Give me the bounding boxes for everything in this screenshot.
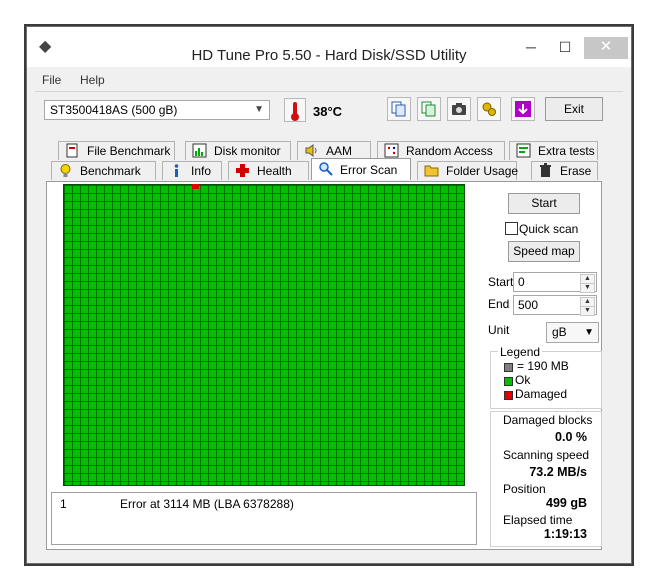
quick-scan-label: Quick scan [519,222,579,236]
end-value: 500 [518,298,539,312]
disk-monitor-icon [192,143,207,158]
title-bar[interactable]: ◆ HD Tune Pro 5.50 - Hard Disk/SSD Utili… [27,27,631,67]
app-window: ◆ HD Tune Pro 5.50 - Hard Disk/SSD Utili… [26,26,632,564]
quick-scan-checkbox[interactable] [505,222,518,235]
menu-bar: File Help [27,71,631,89]
start-value: 0 [518,275,525,289]
chevron-down-icon: ▼ [254,104,264,115]
tab-label: Erase [560,164,592,178]
elapsed-time-label: Elapsed time [503,513,573,527]
tab-label: File Benchmark [87,144,171,158]
unit-select[interactable]: gB ▼ [546,322,599,343]
scanning-speed-value: 73.2 MB/s [529,465,587,479]
tab-folder-usage[interactable]: Folder Usage [417,161,519,180]
unit-label: Unit [488,323,510,337]
save-button[interactable] [511,97,535,121]
copy-info-button[interactable] [387,97,411,121]
dice-grid-icon [384,143,399,158]
temperature-unit: °C [327,104,343,119]
legend-label-block: = 190 MB [517,359,569,373]
minimize-button[interactable]: ─ [514,37,548,59]
damaged-blocks-value: 0.0 % [555,430,587,444]
log-message: Error at 3114 MB (LBA 6378288) [120,497,294,511]
legend-title: Legend [498,345,543,359]
magnifier-icon [319,162,333,176]
legend-label-ok: Ok [515,373,531,387]
tab-benchmark[interactable]: Benchmark [51,161,156,180]
legend-label-damaged: Damaged [515,387,568,401]
speaker-icon [305,144,317,157]
end-label: End [488,297,510,311]
start-input[interactable]: 0 ▲ ▼ [513,272,597,293]
gears-icon [482,102,496,116]
tab-error-scan[interactable]: Error Scan [311,158,411,180]
unit-value: gB [552,325,567,339]
screenshot-button[interactable] [447,97,471,121]
tab-erase[interactable]: Erase [531,161,598,180]
drive-select[interactable]: ST3500418AS (500 gB) ▼ [44,100,270,120]
thermometer-icon [284,98,306,122]
menu-help[interactable]: Help [80,73,105,87]
chevron-down-icon: ▼ [584,327,594,338]
legend-swatch-damaged [504,391,513,400]
lightbulb-icon [60,164,71,177]
error-log-list[interactable]: 1 Error at 3114 MB (LBA 6378288) [51,492,477,545]
exit-button[interactable]: Exit [545,97,603,121]
file-benchmark-icon [66,143,78,158]
options-button[interactable] [477,97,501,121]
log-index: 1 [60,497,67,511]
tab-disk-monitor[interactable]: Disk monitor [185,141,291,160]
copy-icon [391,101,406,117]
start-scan-button[interactable]: Start [508,193,580,214]
copy-all-button[interactable] [417,97,441,121]
damaged-blocks-label: Damaged blocks [503,413,593,427]
download-arrow-icon [515,101,531,117]
spin-down-icon[interactable]: ▼ [580,306,595,316]
menu-file[interactable]: File [42,73,61,87]
folder-icon [424,165,439,177]
spin-down-icon[interactable]: ▼ [580,283,595,293]
scan-block-map [63,184,465,486]
end-input[interactable]: 500 ▲ ▼ [513,295,597,316]
tab-label: Health [257,164,292,178]
tab-label: Benchmark [80,164,141,178]
start-label: Start [488,275,514,289]
tab-label: Disk monitor [214,144,281,158]
camera-icon [452,103,466,115]
tab-info[interactable]: Info [162,161,222,180]
drive-select-value: ST3500418AS (500 gB) [50,103,178,117]
tab-label: Extra tests [538,144,595,158]
toolbar-divider [35,91,623,92]
scanning-speed-label: Scanning speed [503,448,590,462]
temperature-value: 38 [313,104,328,119]
speed-map-button[interactable]: Speed map [508,241,580,262]
tab-label: Random Access [406,144,493,158]
red-cross-icon [236,164,249,177]
position-value: 499 gB [546,496,587,510]
tab-label: Folder Usage [446,164,519,178]
trash-icon [540,163,551,177]
tab-file-benchmark[interactable]: File Benchmark [58,141,175,160]
elapsed-time-value: 1:19:13 [543,527,587,541]
info-icon [174,164,179,177]
tab-extra-tests[interactable]: Extra tests [509,141,598,160]
temperature-readout: 38°C [313,104,342,119]
copy-all-icon [421,101,436,117]
position-label: Position [503,482,546,496]
tab-label: Error Scan [340,163,398,177]
extra-tests-icon [516,143,531,158]
legend-swatch-block [504,363,513,372]
legend-swatch-ok [504,377,513,386]
tab-label: Info [191,164,212,178]
damaged-block [192,184,199,189]
maximize-button[interactable]: ☐ [548,37,582,59]
close-button[interactable]: ✕ [584,37,628,59]
tab-health[interactable]: Health [228,161,309,180]
